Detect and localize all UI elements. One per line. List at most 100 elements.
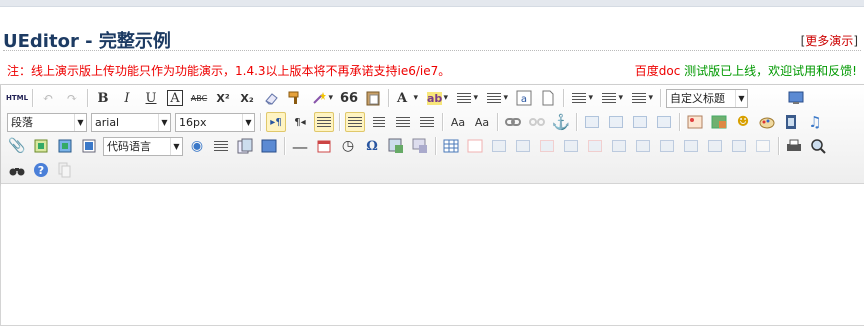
italic-button[interactable]: I bbox=[117, 88, 137, 108]
wordimage-icon[interactable] bbox=[386, 136, 406, 156]
format-painter-icon[interactable] bbox=[285, 88, 305, 108]
select-all-icon[interactable]: a bbox=[514, 88, 534, 108]
pagebreak-icon[interactable] bbox=[211, 136, 231, 156]
horizontal-rule-icon[interactable]: — bbox=[290, 136, 310, 156]
drafts-icon[interactable] bbox=[55, 160, 75, 180]
spechars-button[interactable]: Ω bbox=[362, 136, 382, 156]
eraser-icon[interactable] bbox=[261, 88, 281, 108]
strikethrough-button[interactable]: ABC bbox=[189, 88, 209, 108]
code-language-select[interactable]: 代码语言 ▼ bbox=[103, 136, 183, 156]
insert-frame-icon[interactable] bbox=[79, 136, 99, 156]
separator bbox=[388, 89, 389, 107]
date-icon[interactable] bbox=[314, 136, 334, 156]
justify-right-icon[interactable] bbox=[393, 112, 413, 132]
simple-upload-icon[interactable] bbox=[685, 112, 705, 132]
emotion-icon[interactable]: ☻ bbox=[733, 112, 753, 132]
music-icon[interactable]: ♫ bbox=[805, 112, 825, 132]
font-family-select[interactable]: arial ▼ bbox=[91, 112, 171, 132]
editor-content-area[interactable] bbox=[1, 184, 864, 324]
toolbar-row-3: 📎 代码语言 ▼ ◉ — ◷ Ω bbox=[5, 134, 830, 158]
paragraph-select[interactable]: 段落 ▼ bbox=[7, 112, 87, 132]
unordered-list-dropdown[interactable] bbox=[484, 88, 510, 108]
underline-button[interactable]: U bbox=[141, 88, 161, 108]
baidu-doc-link[interactable]: 百度doc bbox=[635, 64, 681, 78]
time-icon[interactable]: ◷ bbox=[338, 136, 358, 156]
paragraph-value: 段落 bbox=[11, 116, 33, 129]
split-to-cols-icon[interactable] bbox=[729, 136, 749, 156]
ueditor-container: HTML ↶ ↷ B I U A ABC X² X₂ 66 A ab a bbox=[0, 84, 864, 326]
insert-image-icon[interactable] bbox=[709, 112, 729, 132]
image-center-icon[interactable] bbox=[654, 112, 674, 132]
superscript-button[interactable]: X² bbox=[213, 88, 233, 108]
justify-center-icon[interactable] bbox=[369, 112, 389, 132]
merge-right-icon[interactable] bbox=[633, 136, 653, 156]
indent-icon[interactable] bbox=[314, 112, 334, 132]
split-to-cells-icon[interactable] bbox=[681, 136, 701, 156]
ordered-list-dropdown[interactable] bbox=[454, 88, 480, 108]
merge-cells-icon[interactable] bbox=[609, 136, 629, 156]
more-demos-link[interactable]: [更多演示] bbox=[801, 32, 858, 49]
paste-plain-icon[interactable] bbox=[363, 88, 383, 108]
rowspacing-bottom-dropdown[interactable] bbox=[599, 88, 625, 108]
cleardoc-icon[interactable] bbox=[538, 88, 558, 108]
charts-icon[interactable] bbox=[753, 136, 773, 156]
insert-row-icon[interactable] bbox=[513, 136, 533, 156]
print-icon[interactable] bbox=[784, 136, 804, 156]
baidu-doc-notice: 百度doc 测试版已上线，欢迎试用和反馈! bbox=[635, 62, 857, 79]
snapscreen-icon[interactable] bbox=[410, 136, 430, 156]
source-html-button[interactable]: HTML bbox=[6, 88, 28, 108]
delete-row-icon[interactable] bbox=[537, 136, 557, 156]
font-size-select[interactable]: 16px ▼ bbox=[175, 112, 255, 132]
forecolor-dropdown[interactable]: A bbox=[394, 88, 420, 108]
insert-video-icon[interactable] bbox=[781, 112, 801, 132]
insert-col-icon[interactable] bbox=[561, 136, 581, 156]
preview-icon[interactable] bbox=[808, 136, 828, 156]
bracket-close: ] bbox=[853, 34, 858, 48]
blockquote-button[interactable]: 66 bbox=[339, 88, 359, 108]
map-icon[interactable] bbox=[31, 136, 51, 156]
autotypeset-dropdown[interactable] bbox=[309, 88, 335, 108]
background-icon[interactable] bbox=[259, 136, 279, 156]
direction-ltr-button[interactable]: ▸¶ bbox=[266, 112, 286, 132]
subscript-button[interactable]: X₂ bbox=[237, 88, 257, 108]
direction-rtl-button[interactable]: ¶◂ bbox=[290, 112, 310, 132]
editor-toolbar: HTML ↶ ↷ B I U A ABC X² X₂ 66 A ab a bbox=[1, 85, 864, 184]
webapp-icon[interactable]: ◉ bbox=[187, 136, 207, 156]
custom-heading-select[interactable]: 自定义标题 ▼ bbox=[666, 88, 748, 108]
split-to-rows-icon[interactable] bbox=[705, 136, 725, 156]
bold-button[interactable]: B bbox=[93, 88, 113, 108]
justify-full-icon[interactable] bbox=[417, 112, 437, 132]
tolowercase-icon[interactable]: Aa bbox=[472, 112, 492, 132]
more-demos-text[interactable]: 更多演示 bbox=[805, 34, 853, 48]
undo-icon[interactable]: ↶ bbox=[38, 88, 58, 108]
anchor-icon[interactable]: ⚓ bbox=[551, 112, 571, 132]
image-none-icon[interactable] bbox=[582, 112, 602, 132]
unlink-icon[interactable] bbox=[527, 112, 547, 132]
delete-col-icon[interactable] bbox=[585, 136, 605, 156]
link-icon[interactable] bbox=[503, 112, 523, 132]
touppercase-icon[interactable]: Aa bbox=[448, 112, 468, 132]
fontborder-button[interactable]: A bbox=[165, 88, 185, 108]
scrawl-icon[interactable] bbox=[757, 112, 777, 132]
image-left-icon[interactable] bbox=[606, 112, 626, 132]
template-icon[interactable] bbox=[235, 136, 255, 156]
redo-icon[interactable]: ↷ bbox=[62, 88, 82, 108]
toolbar-row-4: ? bbox=[5, 158, 77, 182]
merge-down-icon[interactable] bbox=[657, 136, 677, 156]
separator bbox=[778, 137, 779, 155]
help-icon[interactable]: ? bbox=[31, 160, 51, 180]
search-replace-icon[interactable] bbox=[7, 160, 27, 180]
image-right-icon[interactable] bbox=[630, 112, 650, 132]
gmap-icon[interactable] bbox=[55, 136, 75, 156]
toolbar-row-1: HTML ↶ ↷ B I U A ABC X² X₂ 66 A ab a bbox=[5, 86, 808, 110]
insert-table-icon[interactable] bbox=[441, 136, 461, 156]
rowspacing-top-dropdown[interactable] bbox=[569, 88, 595, 108]
separator bbox=[284, 137, 285, 155]
insert-paragraph-before-table-icon[interactable] bbox=[489, 136, 509, 156]
fullscreen-icon[interactable] bbox=[786, 88, 806, 108]
justify-left-icon[interactable] bbox=[345, 112, 365, 132]
lineheight-dropdown[interactable] bbox=[629, 88, 655, 108]
attachment-icon[interactable]: 📎 bbox=[7, 136, 27, 156]
backcolor-dropdown[interactable]: ab bbox=[424, 88, 450, 108]
delete-table-icon[interactable] bbox=[465, 136, 485, 156]
